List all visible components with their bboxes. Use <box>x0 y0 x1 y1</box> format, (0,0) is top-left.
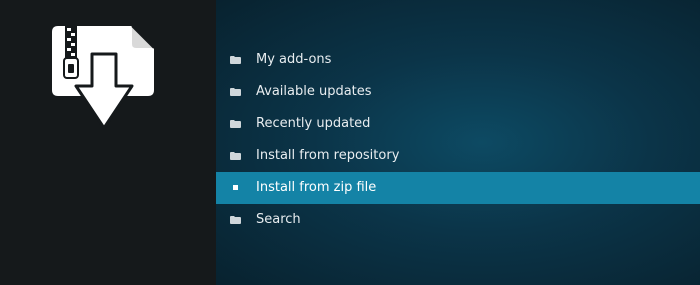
menu-item-label: Install from repository <box>256 148 400 163</box>
folder-icon <box>230 88 241 96</box>
main-panel: My add-ons Available updates Recently upda… <box>216 0 700 285</box>
menu-item-recently-updated[interactable]: Recently updated <box>216 108 700 140</box>
menu-item-search[interactable]: Search <box>216 204 700 236</box>
menu-item-label: My add-ons <box>256 52 332 67</box>
menu-item-label: Recently updated <box>256 116 371 131</box>
menu-item-label: Search <box>256 212 301 227</box>
zip-install-icon <box>52 25 160 132</box>
left-panel <box>0 0 216 285</box>
menu-item-install-from-zip-file[interactable]: Install from zip file <box>216 172 700 204</box>
menu-item-label: Install from zip file <box>256 180 377 195</box>
menu-item-my-add-ons[interactable]: My add-ons <box>216 44 700 76</box>
menu-item-label: Available updates <box>256 84 372 99</box>
folder-icon <box>230 216 241 224</box>
menu-item-install-from-repository[interactable]: Install from repository <box>216 140 700 172</box>
folder-icon <box>230 152 241 160</box>
addon-menu: My add-ons Available updates Recently upda… <box>216 44 700 236</box>
folder-icon <box>230 120 241 128</box>
bullet-icon <box>233 185 238 190</box>
folder-icon <box>230 56 241 64</box>
menu-item-available-updates[interactable]: Available updates <box>216 76 700 108</box>
